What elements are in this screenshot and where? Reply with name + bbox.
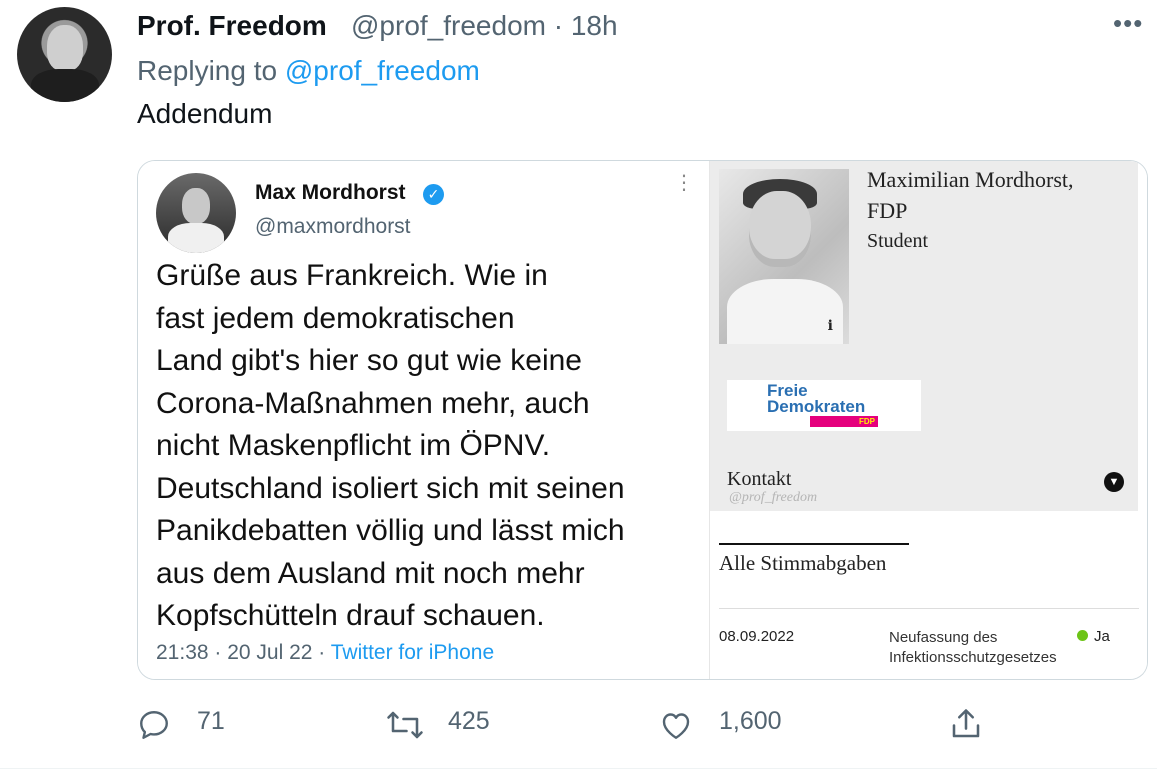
- info-icon: i: [827, 318, 833, 334]
- replying-to: Replying to @prof_freedom: [137, 55, 480, 87]
- share-icon[interactable]: [948, 705, 984, 743]
- separator: ·: [553, 10, 564, 41]
- profile-occupation: Student: [867, 230, 929, 252]
- profile-screenshot: i Maximilian Mordhorst, FDP Student Freie…: [709, 161, 1147, 679]
- like-count[interactable]: 1,600: [719, 707, 782, 736]
- profile-name-line: Maximilian Mordhorst,: [867, 167, 1074, 192]
- votes-tab-underline: [719, 543, 909, 545]
- more-options-icon[interactable]: •••: [1113, 8, 1143, 39]
- replying-label: Replying to: [137, 55, 278, 86]
- divider: [0, 768, 1157, 769]
- like-icon[interactable]: [657, 707, 695, 743]
- profile-party: FDP: [867, 198, 908, 223]
- watermark: @prof_freedom: [729, 490, 818, 505]
- author-handle-time: @prof_freedom · 18h: [351, 10, 618, 42]
- vote-date: 08.09.2022: [719, 628, 795, 645]
- quoted-line: fast jedem demokratischen: [156, 301, 515, 335]
- tweet-image[interactable]: Max Mordhorst ✓ @maxmordhorst ⋮ Grüße au…: [137, 160, 1148, 680]
- quoted-handle: @maxmordhorst: [255, 215, 411, 238]
- profile-photo: i: [719, 169, 849, 344]
- logo-bar: FDP: [810, 416, 878, 427]
- quoted-name: Max Mordhorst: [255, 181, 406, 204]
- retweet-icon[interactable]: [385, 707, 425, 743]
- verified-icon: ✓: [423, 184, 444, 205]
- vote-status-dot: [1077, 630, 1088, 641]
- quoted-meta: 21:38 · 20 Jul 22 · Twitter for iPhone: [156, 641, 494, 665]
- reply-icon[interactable]: [136, 707, 172, 743]
- quoted-line: aus dem Ausland mit noch mehr: [156, 556, 585, 590]
- quoted-source: Twitter for iPhone: [330, 641, 495, 664]
- profile-name: Maximilian Mordhorst, FDP: [867, 164, 1074, 226]
- vote-result: Ja: [1094, 628, 1110, 645]
- tweet-time[interactable]: 18h: [571, 10, 618, 41]
- quoted-line: Deutschland isoliert sich mit seinen: [156, 471, 625, 505]
- chevron-down-icon: ▼: [1104, 472, 1124, 492]
- quoted-line: Panikdebatten völlig und lässt mich: [156, 514, 625, 547]
- quoted-tweet-screenshot: Max Mordhorst ✓ @maxmordhorst ⋮ Grüße au…: [138, 161, 708, 679]
- quoted-avatar: [156, 173, 236, 253]
- quoted-timestamp: 21:38 · 20 Jul 22 ·: [156, 641, 331, 664]
- quoted-line: Corona-Maßnahmen mehr, auch: [156, 386, 590, 420]
- quoted-more-icon: ⋮: [674, 172, 694, 194]
- quoted-line: Kopfschütteln drauf schauen.: [156, 599, 545, 632]
- quoted-line: Grüße aus Frankreich. Wie in: [156, 259, 548, 292]
- quoted-line: Land gibt's hier so gut wie keine: [156, 344, 582, 377]
- reply-count[interactable]: 71: [197, 707, 225, 736]
- votes-heading: Alle Stimmabgaben: [719, 551, 887, 575]
- tweet-text: Addendum: [137, 98, 273, 129]
- logo-text: Demokraten: [767, 397, 866, 416]
- author-avatar[interactable]: [17, 7, 112, 102]
- fdp-logo: Freie Demokraten FDP: [727, 380, 921, 431]
- contact-label: Kontakt: [727, 468, 792, 490]
- replying-handle-link[interactable]: @prof_freedom: [285, 55, 480, 86]
- divider: [719, 608, 1139, 609]
- author-name[interactable]: Prof. Freedom: [137, 10, 327, 42]
- quoted-line: nicht Maskenpflicht im ÖPNV.: [156, 429, 551, 462]
- vote-law: Neufassung des Infektionsschutzgesetzes: [889, 629, 1057, 666]
- retweet-count[interactable]: 425: [448, 707, 490, 736]
- quoted-text: Grüße aus Frankreich. Wie in fast jedem …: [156, 255, 696, 638]
- author-handle[interactable]: @prof_freedom: [351, 10, 546, 41]
